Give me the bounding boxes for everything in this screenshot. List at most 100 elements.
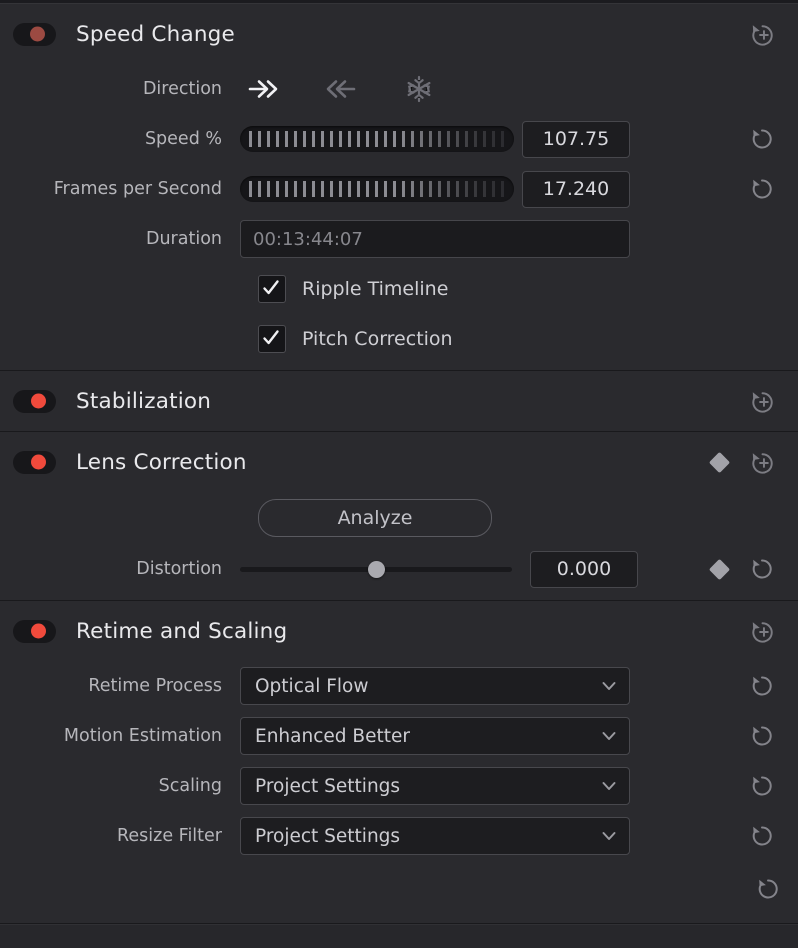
- inspector-panel: Speed Change Direction Speed % 107.75 Fr…: [0, 0, 798, 948]
- snowflake-icon: [407, 75, 431, 103]
- checkmark-icon: [263, 330, 279, 345]
- direction-reverse-button[interactable]: [324, 74, 358, 104]
- ripple-timeline-checkbox[interactable]: [258, 275, 286, 303]
- frames-per-second-label: Frames per Second: [53, 179, 222, 199]
- retime-and-scaling-title: Retime and Scaling: [76, 618, 288, 644]
- toggle-knob: [30, 26, 45, 42]
- duration-label: Duration: [145, 229, 222, 249]
- toggle-knob: [31, 393, 46, 409]
- resize-filter-dropdown[interactable]: Project Settings: [240, 817, 630, 855]
- speed-percent-label: Speed %: [144, 129, 222, 149]
- row-retime-process: Retime Process Optical Flow: [0, 661, 798, 711]
- resize-filter-value: Project Settings: [255, 825, 401, 847]
- checkmark-icon: [263, 280, 279, 295]
- direction-forward-button[interactable]: [246, 74, 280, 104]
- speed-change-header: Speed Change: [0, 4, 798, 64]
- reset-icon: [758, 879, 778, 899]
- row-distortion: Distortion 0.000: [0, 544, 798, 594]
- retime-and-scaling-enable-toggle[interactable]: [13, 619, 56, 643]
- direction-freeze-frame-button[interactable]: [402, 74, 436, 104]
- resize-filter-reset-slot[interactable]: [742, 822, 782, 850]
- scaling-dropdown[interactable]: Project Settings: [240, 767, 630, 805]
- row-pitch-correction: Pitch Correction: [0, 314, 798, 364]
- scaling-value: Project Settings: [255, 775, 401, 797]
- row-ripple-timeline: Ripple Timeline: [0, 264, 798, 314]
- pitch-correction-checkbox[interactable]: [258, 325, 286, 353]
- frames-per-second-value[interactable]: 17.240: [522, 170, 630, 208]
- toggle-knob: [31, 623, 46, 639]
- reset-add-keyframe-icon: [751, 391, 773, 413]
- forward-double-arrow-icon: [248, 80, 278, 98]
- lens-correction-header: Lens Correction: [0, 432, 798, 492]
- reset-icon: [752, 179, 772, 199]
- motion-estimation-label: Motion Estimation: [63, 726, 222, 746]
- keyframe-diamond-icon: [708, 451, 730, 473]
- lens-correction-keyframe-slot[interactable]: [696, 451, 742, 473]
- stabilization-header-reset-slot[interactable]: [742, 386, 782, 417]
- frames-per-second-scrubber[interactable]: [240, 176, 514, 202]
- speed-change-body: Direction Speed % 107.75 Frames per Seco…: [0, 64, 798, 370]
- reset-add-keyframe-icon: [751, 24, 773, 46]
- reset-icon: [752, 776, 772, 796]
- row-duration: Duration 00:13:44:07: [0, 214, 798, 264]
- frames-per-second-reset-slot[interactable]: [742, 175, 782, 203]
- speed-change-enable-toggle[interactable]: [13, 22, 56, 46]
- stabilization-enable-toggle[interactable]: [13, 389, 56, 413]
- row-speed-percent: Speed % 107.75: [0, 114, 798, 164]
- ripple-timeline-label: Ripple Timeline: [302, 278, 449, 300]
- motion-estimation-reset-slot[interactable]: [742, 722, 782, 750]
- resize-filter-label: Resize Filter: [117, 826, 222, 846]
- reset-icon: [752, 129, 772, 149]
- speed-percent-value[interactable]: 107.75: [522, 120, 630, 158]
- distortion-slider[interactable]: [240, 558, 512, 580]
- reset-icon: [752, 726, 772, 746]
- speed-percent-reset-slot[interactable]: [742, 125, 782, 153]
- distortion-reset-slot[interactable]: [742, 555, 782, 583]
- distortion-keyframe-slot[interactable]: [696, 558, 742, 580]
- duration-field[interactable]: 00:13:44:07: [240, 220, 630, 258]
- retime-process-label: Retime Process: [88, 676, 222, 696]
- trailing-reset-slot[interactable]: [0, 861, 798, 917]
- reverse-double-arrow-icon: [326, 80, 356, 98]
- speed-change-title: Speed Change: [76, 21, 235, 47]
- retime-process-reset-slot[interactable]: [742, 672, 782, 700]
- reset-icon: [752, 676, 772, 696]
- retime-and-scaling-header: Retime and Scaling: [0, 601, 798, 661]
- section-stabilization: Stabilization: [0, 371, 798, 432]
- retime-process-dropdown[interactable]: Optical Flow: [240, 667, 630, 705]
- chevron-down-icon: [599, 826, 619, 846]
- retime-process-value: Optical Flow: [255, 675, 369, 697]
- row-direction: Direction: [0, 64, 798, 114]
- analyze-button[interactable]: Analyze: [258, 499, 492, 537]
- row-motion-estimation: Motion Estimation Enhanced Better: [0, 711, 798, 761]
- lens-correction-title: Lens Correction: [76, 449, 247, 475]
- speed-change-header-reset-slot[interactable]: [742, 19, 782, 50]
- motion-estimation-value: Enhanced Better: [255, 725, 410, 747]
- stabilization-title: Stabilization: [76, 388, 212, 414]
- chevron-down-icon: [599, 726, 619, 746]
- direction-button-group: [240, 74, 436, 104]
- speed-percent-scrubber[interactable]: [240, 126, 514, 152]
- scrubber-ticks: [249, 131, 505, 147]
- row-frames-per-second: Frames per Second 17.240: [0, 164, 798, 214]
- pitch-correction-label: Pitch Correction: [302, 328, 453, 350]
- stabilization-header: Stabilization: [0, 371, 798, 431]
- reset-add-keyframe-icon: [751, 452, 773, 474]
- reset-add-keyframe-icon: [751, 621, 773, 643]
- motion-estimation-dropdown[interactable]: Enhanced Better: [240, 717, 630, 755]
- retime-and-scaling-header-reset-slot[interactable]: [742, 616, 782, 647]
- slider-handle[interactable]: [367, 560, 385, 578]
- row-scaling: Scaling Project Settings: [0, 761, 798, 811]
- keyframe-diamond-icon: [708, 558, 730, 580]
- chevron-down-icon: [599, 776, 619, 796]
- scaling-reset-slot[interactable]: [742, 772, 782, 800]
- row-resize-filter: Resize Filter Project Settings: [0, 811, 798, 861]
- section-lens-correction: Lens Correction Analyze Distortion 0.000: [0, 432, 798, 601]
- lens-correction-header-reset-slot[interactable]: [742, 447, 782, 478]
- row-analyze: Analyze: [0, 492, 798, 544]
- distortion-value[interactable]: 0.000: [530, 550, 638, 588]
- scrubber-ticks: [249, 181, 505, 197]
- distortion-label: Distortion: [136, 559, 222, 579]
- lens-correction-enable-toggle[interactable]: [13, 450, 56, 474]
- toggle-knob: [31, 454, 46, 470]
